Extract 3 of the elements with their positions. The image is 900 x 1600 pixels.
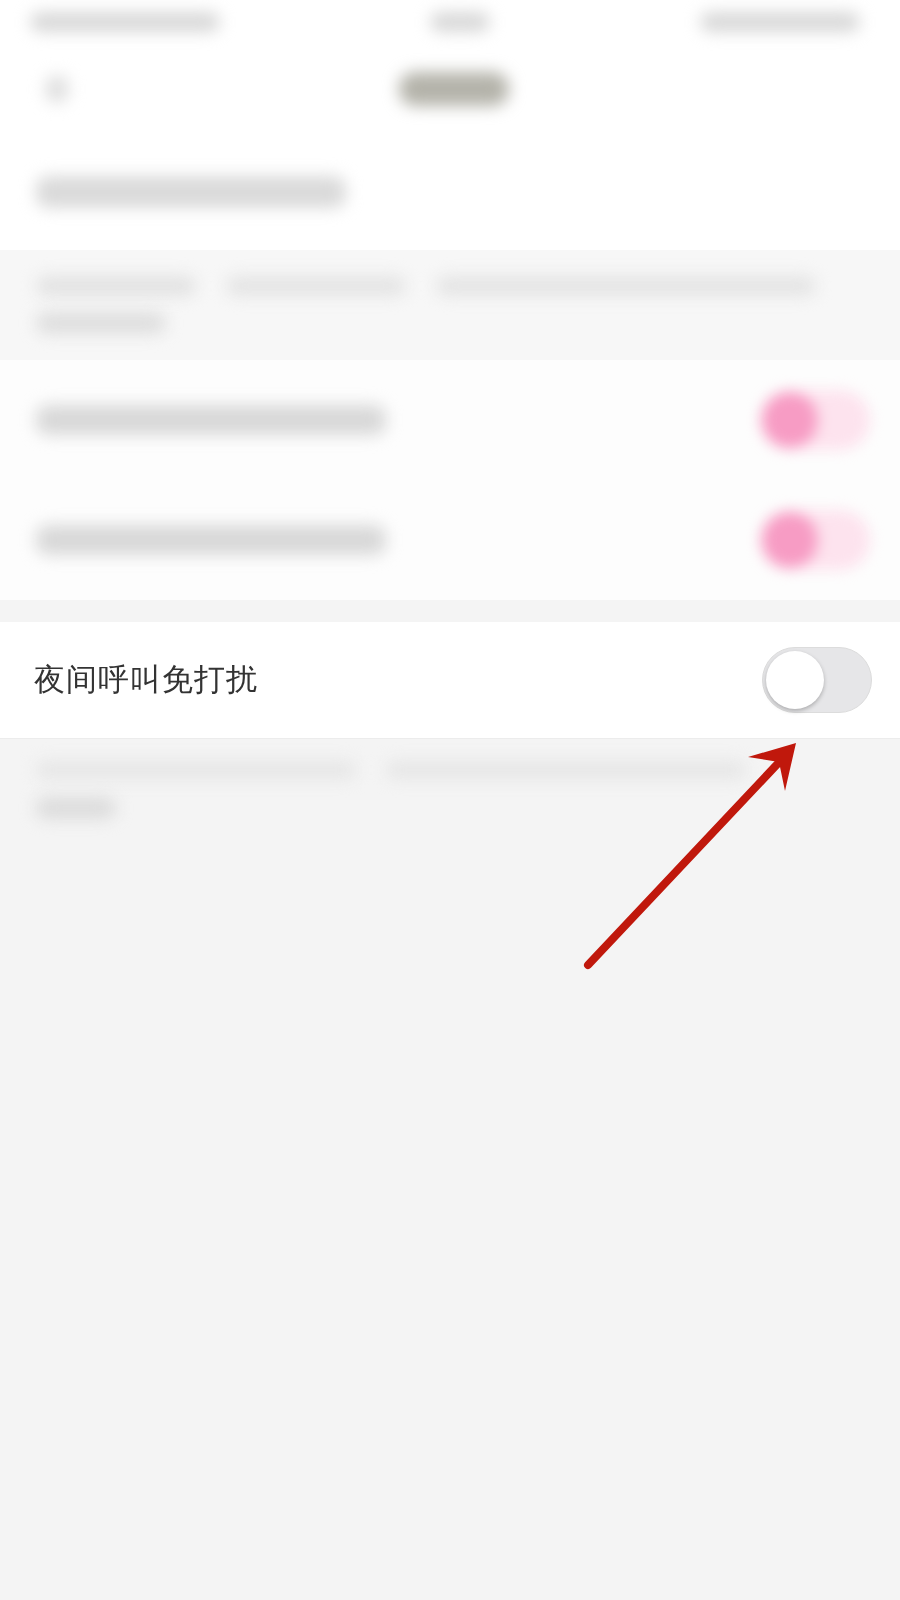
setting-label: 夜间呼叫免打扰	[34, 660, 258, 699]
blurred-switch[interactable]	[760, 510, 870, 570]
blurred-switch[interactable]	[760, 390, 870, 450]
